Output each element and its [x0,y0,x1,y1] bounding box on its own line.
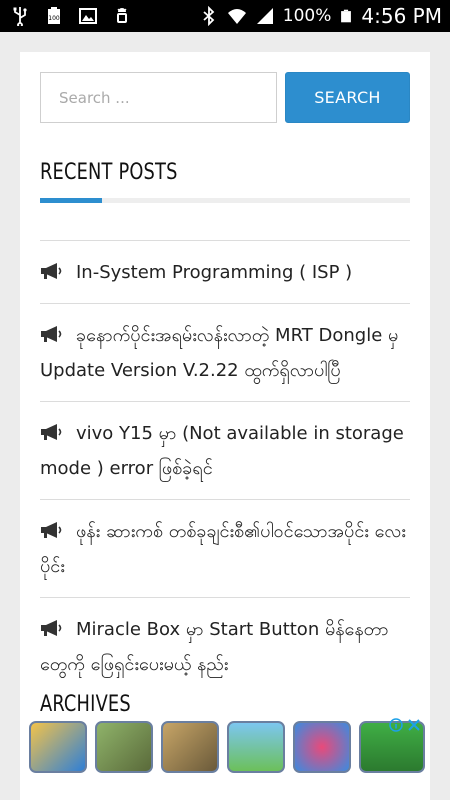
recent-posts-list: In-System Programming ( ISP ) ခုနောက်ပို… [40,240,410,695]
battery-icon [341,9,352,23]
list-item: Miracle Box မှာ Start Button မိန်နေတာတွေ… [40,597,410,695]
subway-runner-game-icon[interactable] [29,721,87,773]
post-link[interactable]: ခုနောက်ပိုင်းအရမ်းလန်းလာတဲ့ MRT Dongle မ… [40,325,398,381]
search-button[interactable]: SEARCH [285,72,410,123]
list-item: vivo Y15 မှာ (Not available in storage m… [40,401,410,499]
usb-icon [13,7,27,26]
platformer-game-icon[interactable] [227,721,285,773]
wifi-icon [227,9,246,24]
status-bar-right: 100% 4:56 PM [199,0,442,32]
list-item: ခုနောက်ပိုင်းအရမ်းလန်းလာတဲ့ MRT Dongle မ… [40,303,410,401]
battery-level-icon: 100 [48,7,60,24]
candy-game-icon[interactable] [293,721,351,773]
ad-info-icon[interactable] [389,718,403,732]
post-link[interactable]: ဖုန်း ဆားကစ် တစ်ခုချင်းစီ၏ပါဝင်သောအပိုင်… [40,521,406,577]
megaphone-icon [41,620,62,636]
sidebar-widgets: SEARCH RECENT POSTS In-System Programmin… [20,52,430,800]
title-divider-accent [40,198,102,203]
ad-banner[interactable] [25,716,425,778]
post-link[interactable]: In-System Programming ( ISP ) [76,262,352,283]
megaphone-icon [41,522,62,538]
megaphone-icon [41,263,62,279]
tank-game-icon[interactable] [95,721,153,773]
list-item: In-System Programming ( ISP ) [40,240,410,303]
clock: 4:56 PM [361,4,442,28]
signal-icon [256,8,273,24]
status-bar: 100 100% 4:56 PM [0,0,450,32]
post-link[interactable]: Miracle Box မှာ Start Button မိန်နေတာတွေ… [40,619,389,675]
image-icon [79,8,97,24]
search-input[interactable] [40,72,277,123]
title-divider [40,198,410,203]
megaphone-icon [41,326,62,342]
soldier-game-icon[interactable] [161,721,219,773]
recent-posts-title: RECENT POSTS [40,160,178,185]
post-link[interactable]: vivo Y15 မှာ (Not available in storage m… [40,423,404,479]
archives-title: ARCHIVES [40,692,131,717]
status-bar-left: 100 [10,6,132,26]
bluetooth-icon [203,6,215,26]
battery-percent: 100% [282,6,332,26]
megaphone-icon [41,424,62,440]
list-item: ဖုန်း ဆားကစ် တစ်ခုချင်းစီ၏ပါဝင်သောအပိုင်… [40,499,410,597]
android-debug-icon [117,8,127,23]
svg-text:100: 100 [48,15,60,22]
ad-close-icon[interactable] [407,718,421,732]
